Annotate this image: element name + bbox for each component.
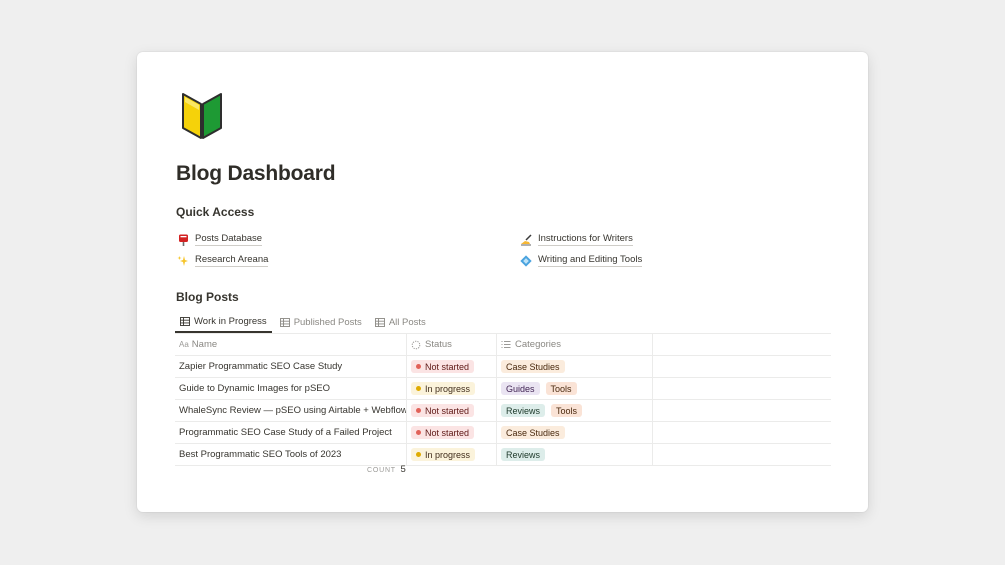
quick-access-heading: Quick Access xyxy=(176,205,255,219)
status-label: Not started xyxy=(425,405,470,416)
posts-table: Aa Name Status Categories Zapier Program… xyxy=(175,333,831,466)
status-property-icon xyxy=(411,340,421,350)
view-tabs: Work in Progress Published Posts All Pos… xyxy=(175,312,434,333)
writing-tools-label: Writing and Editing Tools xyxy=(538,254,643,267)
category-tag: Case Studies xyxy=(501,360,565,373)
row-status[interactable]: Not started xyxy=(407,356,497,377)
column-header-categories[interactable]: Categories xyxy=(497,334,653,355)
posts-database-link[interactable]: Posts Database xyxy=(177,233,263,246)
status-label: Not started xyxy=(425,427,470,438)
table-icon xyxy=(279,317,290,327)
table-icon xyxy=(374,317,385,327)
row-empty xyxy=(653,378,831,399)
instructions-label: Instructions for Writers xyxy=(538,233,633,246)
row-name[interactable]: Guide to Dynamic Images for pSEO xyxy=(175,378,407,399)
row-status[interactable]: In progress xyxy=(407,444,497,465)
row-empty xyxy=(653,444,831,465)
category-tag: Reviews xyxy=(501,404,546,417)
row-name[interactable]: Programmatic SEO Case Study of a Failed … xyxy=(175,422,407,443)
tab-published-posts[interactable]: Published Posts xyxy=(275,312,367,332)
count-value: 5 xyxy=(400,464,406,475)
page-card: Blog Dashboard Quick Access Posts Databa… xyxy=(137,52,868,512)
status-badge: In progress xyxy=(411,448,476,461)
table-icon xyxy=(180,317,190,326)
column-label: Categories xyxy=(515,339,561,350)
category-tag: Guides xyxy=(501,382,540,395)
writing-tools-link[interactable]: Writing and Editing Tools xyxy=(520,254,643,267)
instructions-link[interactable]: Instructions for Writers xyxy=(520,233,633,246)
column-label: Status xyxy=(425,339,452,350)
status-label: In progress xyxy=(425,383,471,394)
status-badge: In progress xyxy=(411,382,476,395)
research-label: Research Areana xyxy=(195,254,269,267)
status-label: Not started xyxy=(425,361,470,372)
writing-hand-icon xyxy=(520,233,532,246)
status-badge: Not started xyxy=(411,426,475,439)
status-badge: Not started xyxy=(411,360,475,373)
text-property-icon: Aa xyxy=(179,340,189,349)
column-header-name[interactable]: Aa Name xyxy=(175,334,407,355)
row-status[interactable]: Not started xyxy=(407,422,497,443)
category-tag: Tools xyxy=(551,404,583,417)
sparkles-icon xyxy=(177,255,189,267)
column-header-empty xyxy=(653,334,831,355)
row-name[interactable]: Best Programmatic SEO Tools of 2023 xyxy=(175,444,407,465)
tab-label: All Posts xyxy=(388,316,426,328)
status-badge: Not started xyxy=(411,404,475,417)
row-empty xyxy=(653,400,831,421)
row-status[interactable]: Not started xyxy=(407,400,497,421)
count-label: COUNT xyxy=(367,467,396,474)
row-count[interactable]: COUNT 5 xyxy=(367,464,406,475)
tab-label: Work in Progress xyxy=(194,316,267,327)
tab-label: Published Posts xyxy=(293,316,362,328)
postbox-icon xyxy=(177,234,189,246)
category-tag: Reviews xyxy=(501,448,546,461)
posts-database-label: Posts Database xyxy=(195,233,263,246)
table-header: Aa Name Status Categories xyxy=(175,333,831,356)
row-name[interactable]: WhaleSync Review — pSEO using Airtable +… xyxy=(175,400,407,421)
row-categories[interactable]: Guides Tools xyxy=(497,378,653,399)
row-empty xyxy=(653,356,831,377)
table-row[interactable]: Guide to Dynamic Images for pSEO In prog… xyxy=(175,378,831,400)
list-property-icon xyxy=(501,340,511,350)
tab-work-in-progress[interactable]: Work in Progress xyxy=(175,312,272,333)
column-header-status[interactable]: Status xyxy=(407,334,497,355)
row-categories[interactable]: Reviews xyxy=(497,444,653,465)
row-categories[interactable]: Case Studies xyxy=(497,356,653,377)
beginner-shield-icon[interactable] xyxy=(181,88,223,140)
table-row[interactable]: Programmatic SEO Case Study of a Failed … xyxy=(175,422,831,444)
status-label: In progress xyxy=(425,449,471,460)
page-title: Blog Dashboard xyxy=(176,162,336,185)
tab-all-posts[interactable]: All Posts xyxy=(370,312,431,332)
category-tag: Tools xyxy=(545,382,577,395)
row-name[interactable]: Zapier Programmatic SEO Case Study xyxy=(175,356,407,377)
research-link[interactable]: Research Areana xyxy=(177,254,269,267)
category-tag: Case Studies xyxy=(501,426,565,439)
row-categories[interactable]: Reviews Tools xyxy=(497,400,653,421)
row-empty xyxy=(653,422,831,443)
row-categories[interactable]: Case Studies xyxy=(497,422,653,443)
table-row[interactable]: WhaleSync Review — pSEO using Airtable +… xyxy=(175,400,831,422)
blog-posts-heading: Blog Posts xyxy=(176,290,239,304)
table-row[interactable]: Zapier Programmatic SEO Case Study Not s… xyxy=(175,356,831,378)
table-row[interactable]: Best Programmatic SEO Tools of 2023 In p… xyxy=(175,444,831,466)
column-label: Name xyxy=(191,339,218,350)
diamond-icon xyxy=(520,254,532,267)
row-status[interactable]: In progress xyxy=(407,378,497,399)
